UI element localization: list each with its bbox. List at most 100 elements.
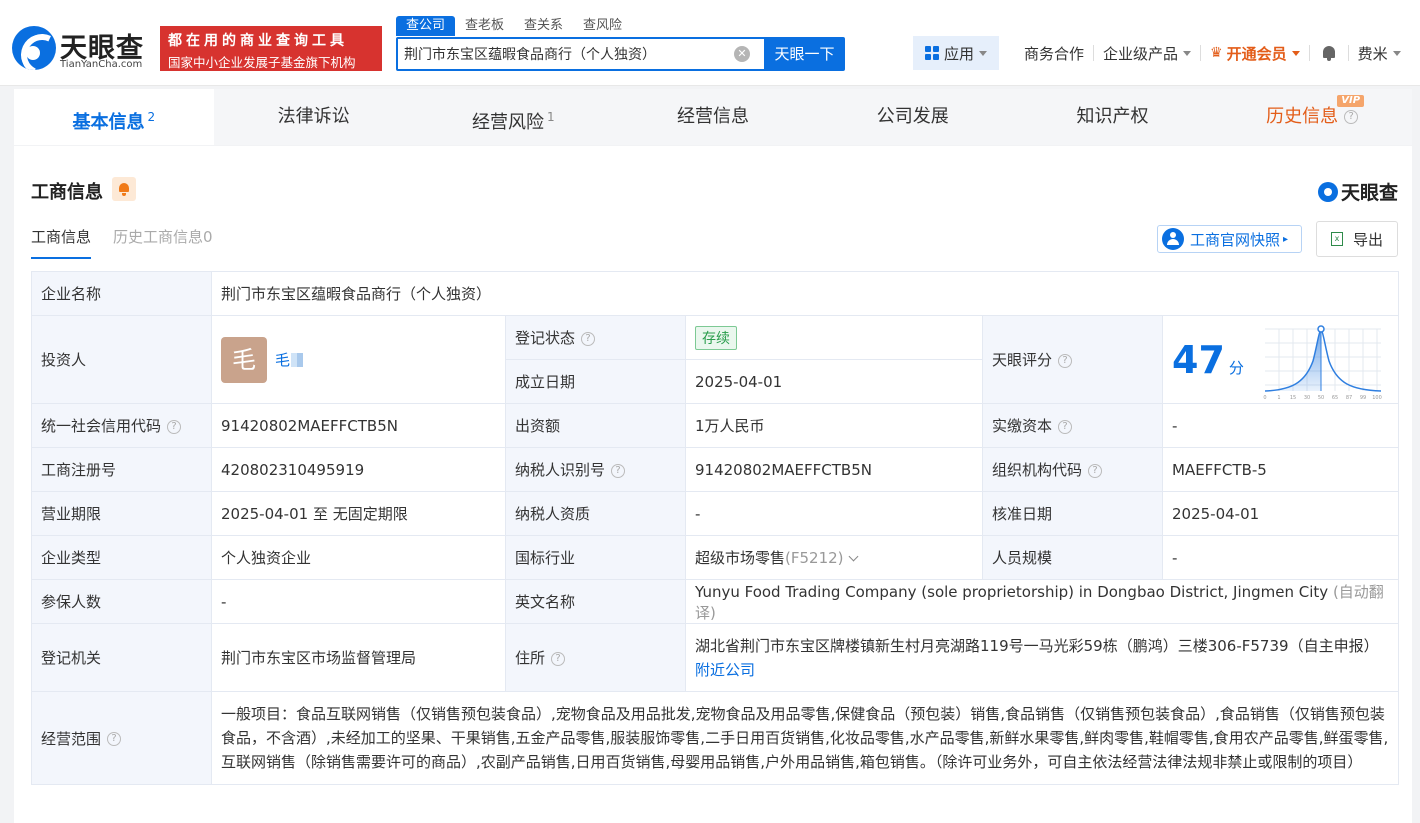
search-button[interactable]: 天眼一下: [764, 37, 845, 71]
search-tab-relation[interactable]: 查关系: [514, 16, 573, 36]
header-nav: 应用 商务合作 企业级产品 ♛ 开通会员 费米: [913, 36, 1410, 70]
found-date-value: 2025-04-01: [685, 359, 983, 404]
company-name-label: 企业名称: [31, 271, 212, 316]
subtab-business-info[interactable]: 工商信息: [31, 226, 92, 259]
user-menu[interactable]: 费米: [1349, 43, 1410, 64]
question-icon[interactable]: ?: [1058, 419, 1073, 434]
investor-cell: 毛毛: [211, 315, 506, 404]
clear-icon[interactable]: ✕: [734, 46, 750, 62]
question-icon[interactable]: ?: [1058, 353, 1073, 368]
found-date-label: 成立日期: [505, 359, 686, 404]
slogan-line2: 国家中小企业发展子基金旗下机构: [168, 55, 356, 70]
nav-enterprise-products-label: 企业级产品: [1103, 44, 1179, 63]
taxpayer-qual-value: -: [685, 491, 983, 536]
search-tab-risk[interactable]: 查风险: [573, 16, 632, 36]
chevron-down-icon: [848, 551, 858, 562]
tab-ip[interactable]: 知识产权: [1013, 89, 1213, 145]
question-icon[interactable]: ?: [1344, 110, 1359, 124]
search-tab-company[interactable]: 查公司: [396, 16, 456, 36]
vip-membership-button[interactable]: ♛ 开通会员: [1201, 43, 1309, 64]
bell-icon[interactable]: [1320, 44, 1338, 62]
address-label: 住所: [515, 649, 546, 667]
tab-risk[interactable]: 经营风险 1: [413, 89, 613, 145]
crown-icon: ♛: [1210, 45, 1223, 61]
question-icon[interactable]: ?: [551, 651, 566, 666]
credit-code-label: 统一社会信用代码: [41, 417, 162, 435]
score-axis-tick: 100: [1372, 395, 1382, 401]
chevron-right-icon: ▸: [1283, 233, 1289, 245]
question-icon[interactable]: ?: [581, 331, 596, 346]
table-row: 营业期限 2025-04-01 至 无固定期限 纳税人资质 - 核准日期 202…: [31, 491, 1400, 536]
address-cell: 湖北省荆门市东宝区牌楼镇新生村月亮湖路119号一马光彩59栋（鹏鸿）三楼306-…: [684, 623, 1400, 692]
table-row: 参保人数 - 英文名称 Yunyu Food Trading Company (…: [31, 579, 1400, 624]
export-label: 导出: [1353, 230, 1384, 249]
search-input[interactable]: [398, 39, 728, 69]
table-row: 企业类型 个人独资企业 国标行业 超级市场零售(F5212) 人员规模 -: [31, 535, 1400, 580]
type-label: 企业类型: [31, 535, 212, 580]
en-name-cell: Yunyu Food Trading Company (sole proprie…: [684, 579, 1400, 624]
score-axis-tick: 15: [1290, 395, 1296, 401]
nav-business-cooperation[interactable]: 商务合作: [1015, 43, 1093, 64]
nav-enterprise-products[interactable]: 企业级产品: [1094, 43, 1200, 64]
tab-operation[interactable]: 经营信息: [613, 89, 813, 145]
scope-label-cell: 经营范围?: [31, 691, 212, 785]
score-axis-tick: 87: [1346, 395, 1352, 401]
nearby-companies-link[interactable]: 附近公司: [695, 661, 755, 679]
tianyancha-watermark: 天眼查: [1317, 178, 1398, 205]
question-icon[interactable]: ?: [107, 732, 122, 746]
table-row: 工商注册号 420802310495919 纳税人识别号? 91420802MA…: [31, 447, 1400, 492]
user-name: 费米: [1357, 44, 1388, 63]
table-row: 经营范围? 一般项目：食品互联网销售（仅销售预包装食品）,宠物食品及用品批发,宠…: [31, 691, 1400, 785]
investor-avatar[interactable]: 毛: [221, 336, 267, 383]
tab-label: 知识产权: [1076, 106, 1149, 127]
score-axis-tick: 65: [1332, 395, 1338, 401]
question-icon[interactable]: ?: [611, 463, 626, 478]
slogan-banner[interactable]: 都在用的商业查询工具 国家中小企业发展子基金旗下机构: [160, 26, 382, 71]
insured-value: -: [211, 579, 506, 624]
tab-basic-info[interactable]: 基本信息 2: [14, 89, 214, 145]
official-snapshot-button[interactable]: 工商官网快照 ▸: [1157, 225, 1302, 253]
search-tab-boss[interactable]: 查老板: [455, 16, 514, 36]
paid-capital-label-cell: 实缴资本?: [982, 403, 1163, 448]
tianyancha-logo[interactable]: 天眼查 TianYanCha.com: [12, 26, 154, 72]
chevron-down-icon: [1183, 50, 1192, 56]
main-tabs: 基本信息 2 法律诉讼 经营风险 1 经营信息 公司发展 知识产权 历史信息? VI…: [14, 89, 1412, 145]
question-icon[interactable]: ?: [1088, 463, 1103, 478]
tab-label: 经营风险: [471, 112, 544, 133]
logo-domain: TianYanCha.com: [60, 59, 143, 70]
industry-code: (F5212): [785, 549, 844, 567]
tab-label: 公司发展: [876, 106, 949, 127]
company-name-value: 荆门市东宝区蕴暇食品商行（个人独资）: [210, 271, 1400, 316]
bell-icon[interactable]: [112, 177, 136, 201]
subtab-history-business-info[interactable]: 历史工商信息0: [113, 226, 213, 259]
industry-value: 超级市场零售: [695, 549, 786, 567]
score-distribution-chart: 0 1 15 30 50 65 87 99 100: [1263, 325, 1382, 401]
export-button[interactable]: x 导出: [1316, 221, 1398, 257]
insured-label: 参保人数: [31, 579, 212, 624]
divider: [1308, 45, 1310, 61]
logo-eye-icon: [12, 26, 56, 70]
chevron-down-icon: [979, 50, 988, 56]
user-icon: [1162, 228, 1184, 250]
apps-grid-icon: [925, 46, 939, 60]
investor-name-link[interactable]: 毛: [275, 351, 290, 369]
apps-menu-button[interactable]: 应用: [913, 36, 1000, 70]
tab-legal[interactable]: 法律诉讼: [214, 89, 414, 145]
tab-development[interactable]: 公司发展: [813, 89, 1013, 145]
score-label: 天眼评分: [992, 351, 1053, 369]
capital-label: 出资额: [505, 403, 686, 448]
term-value: 2025-04-01 至 无固定期限: [211, 491, 506, 536]
search-type-tabs: 查公司 查老板 查关系 查风险: [396, 16, 632, 36]
business-info-panel: 工商信息 天眼查 工商信息 历史工商信息0 工商官网快照 ▸ x 导出 企业名称…: [14, 146, 1412, 823]
search-box: ✕: [396, 37, 766, 71]
vip-badge: VIP: [1337, 95, 1365, 107]
tab-label: 法律诉讼: [277, 106, 350, 127]
industry-cell[interactable]: 超级市场零售(F5212): [685, 535, 983, 580]
org-code-value: MAEFFCTB-5: [1161, 447, 1400, 492]
org-code-label: 组织机构代码: [992, 461, 1083, 479]
score-cell[interactable]: 47 分 0 1 15 30 50 65 87 99 100: [1161, 315, 1400, 404]
question-icon[interactable]: ?: [167, 419, 182, 434]
vip-label: 开通会员: [1226, 44, 1287, 63]
reg-status-label-cell: 登记状态?: [505, 315, 686, 360]
tab-history[interactable]: 历史信息? VIP: [1212, 89, 1412, 145]
